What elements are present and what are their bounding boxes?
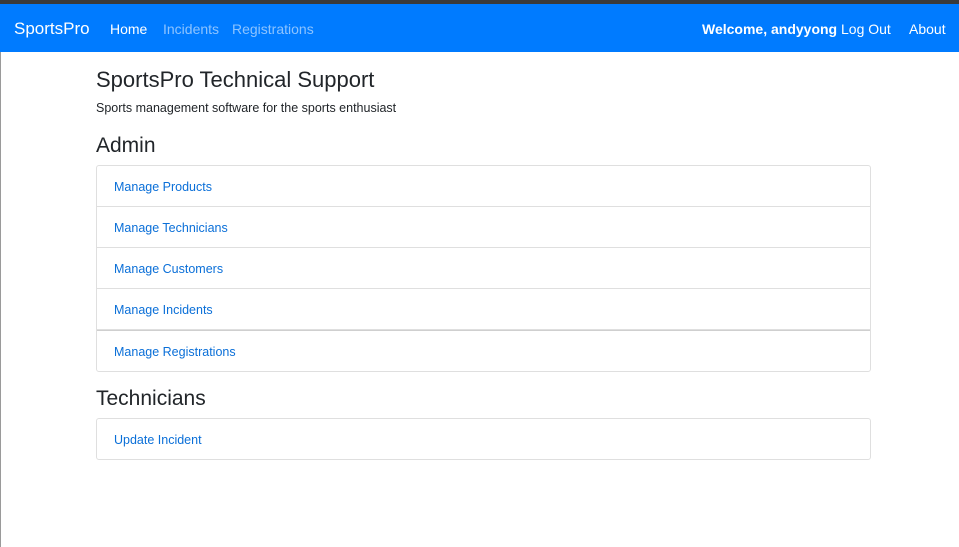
top-navbar: SportsPro Home Incidents Registrations W… bbox=[0, 4, 959, 52]
list-item: Manage Incidents bbox=[97, 289, 870, 330]
technicians-heading: Technicians bbox=[96, 387, 206, 410]
update-incident-link[interactable]: Update Incident bbox=[114, 432, 202, 448]
manage-incidents-link[interactable]: Manage Incidents bbox=[114, 302, 213, 318]
list-item: Manage Registrations bbox=[97, 330, 870, 372]
list-item: Manage Technicians bbox=[97, 207, 870, 248]
brand-link[interactable]: SportsPro bbox=[14, 18, 90, 40]
list-item: Manage Products bbox=[97, 166, 870, 207]
admin-heading: Admin bbox=[96, 134, 156, 157]
about-link[interactable]: About bbox=[909, 20, 946, 38]
page-title: SportsPro Technical Support bbox=[96, 67, 375, 92]
manage-products-link[interactable]: Manage Products bbox=[114, 179, 212, 195]
page-subtitle: Sports management software for the sport… bbox=[96, 101, 397, 115]
list-item: Manage Customers bbox=[97, 248, 870, 289]
manage-technicians-link[interactable]: Manage Technicians bbox=[114, 220, 228, 236]
technicians-list: Update Incident bbox=[96, 418, 871, 460]
nav-link-registrations[interactable]: Registrations bbox=[232, 20, 314, 38]
window-left-border bbox=[0, 52, 1, 547]
welcome-user-text: Welcome, andyyong bbox=[702, 21, 838, 37]
manage-customers-link[interactable]: Manage Customers bbox=[114, 261, 223, 277]
manage-registrations-link[interactable]: Manage Registrations bbox=[114, 344, 236, 360]
nav-link-incidents[interactable]: Incidents bbox=[163, 20, 219, 38]
admin-list: Manage Products Manage Technicians Manag… bbox=[96, 165, 871, 372]
logout-link[interactable]: Log Out bbox=[841, 20, 891, 38]
list-item: Update Incident bbox=[97, 419, 870, 460]
nav-link-home[interactable]: Home bbox=[110, 20, 147, 38]
